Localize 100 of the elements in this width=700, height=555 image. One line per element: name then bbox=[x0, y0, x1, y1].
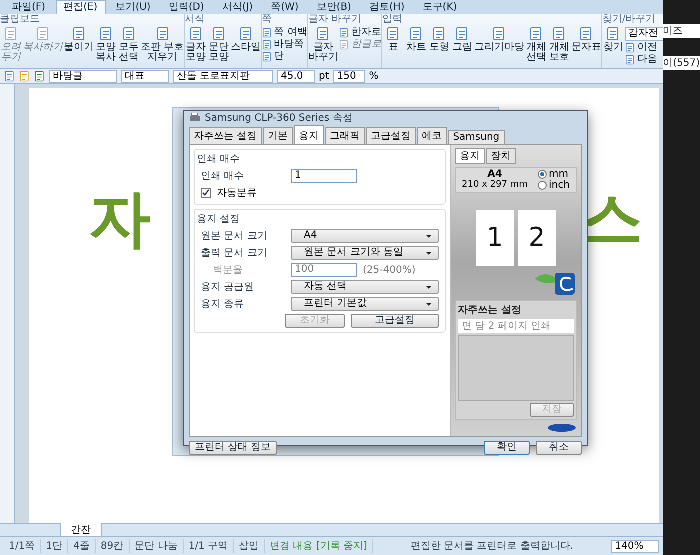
document-icon bbox=[239, 27, 254, 41]
ribbon-button[interactable]: 개체 선택 bbox=[525, 27, 548, 63]
ribbon-button[interactable]: 문자표 bbox=[571, 27, 602, 53]
ribbon-button[interactable]: 도형 bbox=[428, 27, 450, 53]
dialog-tab[interactable]: 기본 bbox=[263, 127, 294, 145]
ribbon-button[interactable]: 바탕쪽 bbox=[262, 39, 308, 50]
dialog-tab[interactable]: 에코 bbox=[417, 127, 448, 145]
document-icon bbox=[262, 52, 272, 62]
menu-tab[interactable]: 도구(K) bbox=[414, 0, 466, 14]
field-label: 인쇄 매수 bbox=[201, 170, 246, 183]
menu-tab[interactable]: 파일(F) bbox=[4, 0, 54, 14]
favorites-name-field[interactable]: 면 당 2 페이지 인쇄 bbox=[458, 319, 574, 333]
dialog-tab[interactable]: 자주쓰는 설정 bbox=[189, 127, 262, 145]
ok-button[interactable]: 확인 bbox=[484, 441, 530, 455]
preview-tab[interactable]: 장치 bbox=[486, 148, 516, 164]
style-combo[interactable]: 바탕글 bbox=[49, 70, 117, 82]
ribbon-button[interactable]: 찾기 bbox=[602, 27, 624, 53]
ribbon-button[interactable]: 글자 바꾸기 bbox=[308, 27, 338, 63]
status-item: 1/1쪽 bbox=[4, 539, 42, 553]
field-label: 용지 종류 bbox=[201, 298, 246, 311]
dialog-tab[interactable]: 고급설정 bbox=[366, 127, 416, 145]
ribbon-button[interactable]: 차트 bbox=[405, 27, 428, 53]
document-icon bbox=[316, 27, 330, 41]
document-icon bbox=[492, 27, 506, 41]
brand-logo-icon bbox=[547, 423, 577, 433]
preview-tab[interactable]: 용지 bbox=[455, 148, 485, 164]
ribbon-button[interactable]: 그림 bbox=[451, 27, 474, 53]
ribbon-button[interactable]: 붙이기 bbox=[64, 27, 94, 53]
paper-size: A4 bbox=[486, 169, 504, 180]
ribbon-button[interactable]: 문단 모양 bbox=[208, 27, 230, 63]
group-title: 쪽 bbox=[262, 14, 274, 25]
menu-tab[interactable]: 검토(H) bbox=[361, 0, 413, 14]
background-text: 미즈 bbox=[663, 24, 700, 38]
radio-label: mm bbox=[548, 169, 568, 180]
font-size-combo[interactable]: 45.0 bbox=[277, 70, 315, 82]
zoom-combo[interactable]: 140% bbox=[611, 540, 660, 552]
ribbon-button[interactable]: 단 bbox=[262, 51, 308, 62]
menu-tab[interactable]: 서식(J) bbox=[214, 0, 262, 14]
language-combo[interactable]: 대표 bbox=[121, 70, 169, 82]
printer-status-button[interactable]: 프린터 상태 정보 bbox=[189, 441, 277, 455]
unit-radio[interactable] bbox=[538, 181, 547, 190]
document-icon bbox=[262, 40, 272, 50]
document-icon bbox=[386, 27, 400, 41]
ribbon-button[interactable]: 한자로 bbox=[339, 27, 382, 38]
collate-checkbox[interactable] bbox=[201, 188, 211, 198]
zoom-combo[interactable]: 150 bbox=[333, 70, 366, 82]
document-icon bbox=[339, 28, 350, 38]
menu-tab[interactable]: 쪽(W) bbox=[263, 0, 307, 14]
page-preview: 1 bbox=[476, 210, 514, 266]
paper-dimensions: 210 x 297 mm bbox=[462, 180, 528, 190]
ribbon-button[interactable]: 모두 선택 bbox=[118, 27, 140, 63]
unit-label: pt bbox=[319, 70, 330, 82]
ribbon-button[interactable]: 모양 복사 bbox=[95, 27, 117, 63]
document-icon bbox=[212, 27, 226, 41]
document-text: 스 bbox=[581, 188, 644, 250]
select-field[interactable]: 원본 문서 크기와 동일 bbox=[291, 246, 439, 260]
dialog-button[interactable]: 고급설정 bbox=[351, 314, 439, 328]
group-title: 서식 bbox=[185, 14, 206, 25]
font-combo[interactable]: 산돌 도로표지판 bbox=[173, 70, 273, 82]
document-text: 자 bbox=[89, 188, 151, 250]
ribbon-button[interactable]: 그리기마당 bbox=[474, 27, 524, 53]
menu-tab[interactable]: 보안(B) bbox=[308, 0, 360, 14]
unit-label: % bbox=[369, 70, 379, 82]
ribbon-button[interactable]: 스타일 bbox=[231, 27, 262, 53]
copies-field[interactable]: 1 bbox=[291, 169, 357, 183]
document-icon bbox=[36, 27, 50, 41]
page-preview: 2 bbox=[518, 210, 556, 266]
ribbon-button[interactable]: 개체 보호 bbox=[548, 27, 570, 63]
ribbon-button[interactable]: 표 bbox=[382, 27, 404, 53]
search-field[interactable]: 감자전 bbox=[625, 27, 664, 41]
group-title: 클립보드 bbox=[0, 14, 41, 25]
document-icon bbox=[606, 27, 620, 41]
menu-tab[interactable]: 편집(E) bbox=[56, 0, 106, 14]
field-label: 용지 공급원 bbox=[201, 281, 256, 294]
select-field[interactable]: 자동 선택 bbox=[291, 280, 439, 294]
dialog-tab[interactable]: 그래픽 bbox=[325, 127, 366, 145]
group-title: 인쇄 매수 bbox=[197, 153, 242, 166]
document-icon bbox=[122, 27, 136, 41]
document-icon bbox=[579, 27, 594, 41]
field-label: 백분율 bbox=[212, 264, 244, 277]
document-icon bbox=[262, 28, 272, 38]
ribbon-button[interactable]: 쪽 여백 bbox=[262, 27, 308, 38]
save-icon bbox=[34, 70, 45, 82]
select-field[interactable]: A4 bbox=[291, 229, 439, 243]
group-title: 용지 설정 bbox=[197, 213, 242, 226]
dialog-tab[interactable]: 용지 bbox=[294, 125, 324, 145]
menu-tab[interactable]: 보기(U) bbox=[108, 0, 159, 14]
unit-radio[interactable] bbox=[538, 170, 547, 179]
group-title: 찾기/바꾸기 bbox=[602, 14, 657, 25]
document-icon bbox=[4, 27, 18, 41]
range-hint: (25-400%) bbox=[363, 264, 416, 276]
status-item: 삽입 bbox=[234, 539, 266, 553]
dialog-tab[interactable]: Samsung bbox=[448, 130, 505, 145]
cancel-button[interactable]: 취소 bbox=[536, 441, 582, 455]
ribbon-button[interactable]: 조판 부호 지우기 bbox=[141, 27, 184, 63]
select-field[interactable]: 프린터 기본값 bbox=[291, 297, 439, 311]
status-item: 변경 내용 [기록 중지] bbox=[265, 539, 374, 553]
document-icon bbox=[99, 27, 113, 41]
menu-tab[interactable]: 입력(D) bbox=[160, 0, 212, 14]
ribbon-button[interactable]: 글자 모양 bbox=[185, 27, 208, 63]
